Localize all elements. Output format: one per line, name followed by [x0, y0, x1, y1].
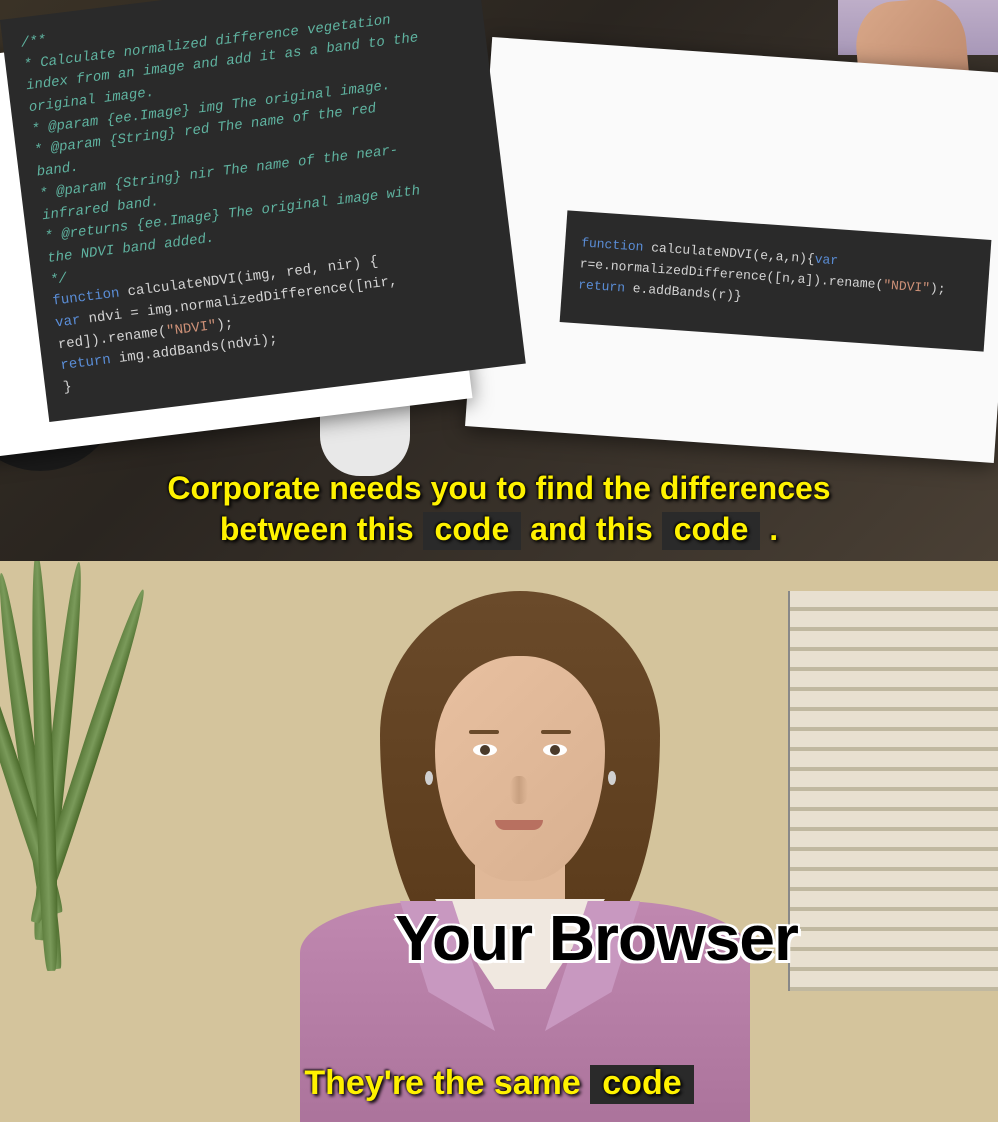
caption-line2b: and this	[521, 511, 661, 547]
code-text: e.addBands(r)}	[624, 280, 742, 303]
code-line: band.	[36, 160, 80, 181]
code-line: /**	[20, 33, 47, 52]
label-your-browser: Your Browser	[395, 901, 798, 975]
code-line: * @param	[39, 177, 116, 202]
code-type: {String}	[108, 126, 177, 150]
code-keyword: return	[578, 277, 626, 295]
face	[435, 656, 605, 881]
earring-right	[608, 771, 616, 785]
code-text: nir The name of the near-	[180, 142, 399, 185]
office-plant	[0, 561, 150, 1122]
code-line: * @param	[33, 134, 110, 159]
caption-bottom-text: They're the same	[304, 1064, 590, 1102]
person-pam	[280, 591, 780, 1122]
meme-image: /** * Calculate normalized difference ve…	[0, 0, 998, 1122]
code-line: * @param	[31, 113, 108, 138]
code-text: );	[216, 316, 235, 334]
code-string: "NDVI"	[165, 318, 217, 340]
code-text: The original image with	[219, 183, 421, 223]
code-text: }	[62, 379, 72, 396]
code-keyword: function	[581, 235, 644, 254]
code-keyword: return	[60, 352, 112, 374]
caption-line1: Corporate needs you to find the differen…	[167, 470, 830, 506]
code-snippet-verbose: /** * Calculate normalized difference ve…	[0, 0, 526, 422]
bottom-panel: Your Browser They're the same code	[0, 561, 998, 1122]
caption-top: Corporate needs you to find the differen…	[0, 468, 998, 551]
top-panel: /** * Calculate normalized difference ve…	[0, 0, 998, 561]
code-line: */	[49, 270, 68, 288]
caption-bottom: They're the same code	[0, 1064, 998, 1104]
code-keyword: var	[54, 312, 81, 331]
code-type: {String}	[114, 169, 183, 193]
code-string: "NDVI"	[883, 277, 931, 295]
caption-line2a: between this	[220, 511, 423, 547]
caption-patch-code2: code	[662, 512, 761, 549]
caption-patch-code1: code	[423, 512, 522, 549]
window-blinds	[788, 591, 998, 991]
code-text: );	[929, 281, 946, 297]
caption-patch-code3: code	[590, 1065, 693, 1104]
caption-line2c: .	[760, 511, 778, 547]
earring-left	[425, 771, 433, 785]
code-keyword: function	[52, 286, 121, 310]
code-keyword: var	[814, 252, 838, 269]
